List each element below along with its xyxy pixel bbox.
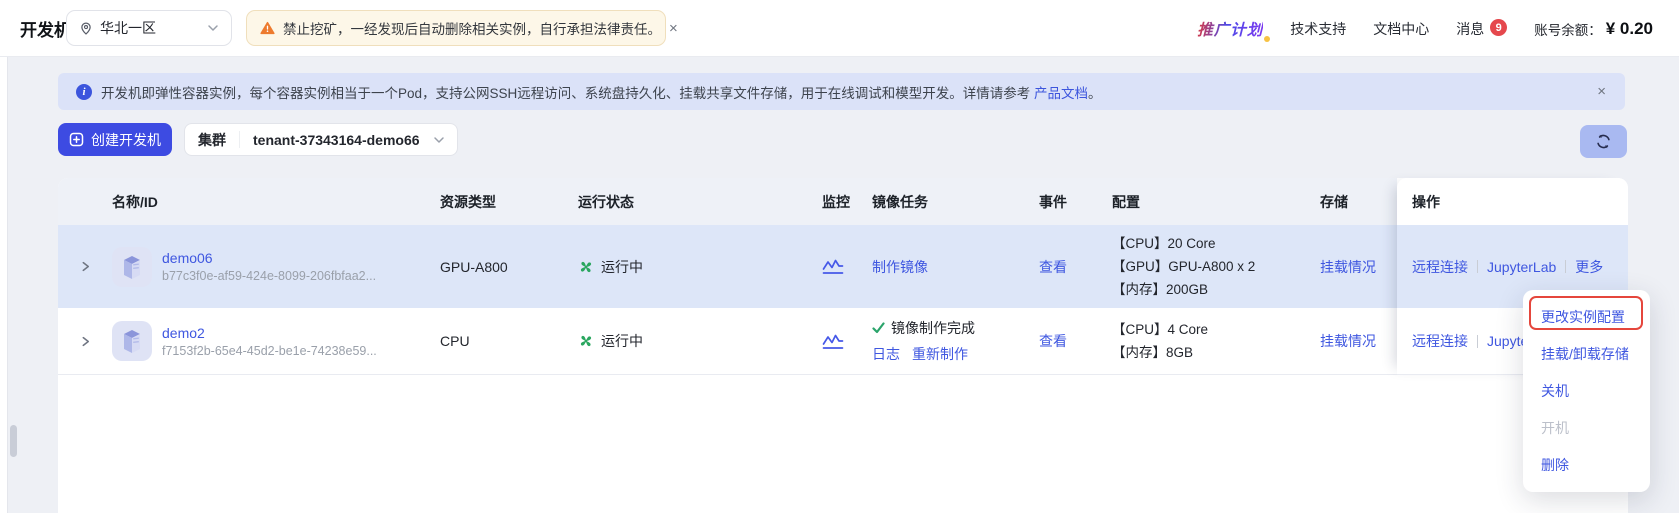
support-link[interactable]: 技术支持 <box>1290 19 1346 39</box>
header-monitor: 监控 <box>822 192 872 212</box>
mining-warning-banner: 禁止挖矿，一经发现后自动删除相关实例，自行承担法律责任。 × <box>246 10 666 46</box>
topbar: 开发机 华北一区 禁止挖矿，一经发现后自动删除相关实例，自行承担法律责任。 × … <box>0 0 1679 57</box>
rebuild-link[interactable]: 重新制作 <box>912 344 968 364</box>
instances-table: 名称/ID 资源类型 运行状态 监控 镜像任务 事件 配置 存储 <box>58 178 1628 513</box>
page: 开发机 华北一区 禁止挖矿，一经发现后自动删除相关实例，自行承担法律责任。 × … <box>0 0 1679 513</box>
run-status: 运行中 <box>578 257 643 277</box>
instance-config: 【CPU】20 Core 【GPU】GPU-A800 x 2 【内存】200GB <box>1112 225 1320 308</box>
page-title: 开发机 <box>20 0 71 57</box>
running-fan-icon <box>578 259 594 275</box>
view-events-link[interactable]: 查看 <box>1039 331 1067 351</box>
divider <box>1477 335 1478 348</box>
sparkle-icon <box>1264 36 1270 42</box>
left-gutter <box>0 57 8 513</box>
product-docs-link[interactable]: 产品文档 <box>1034 86 1088 101</box>
refresh-button[interactable] <box>1580 125 1627 158</box>
cluster-value: tenant-37343164-demo66 <box>240 132 433 148</box>
docs-link[interactable]: 文档中心 <box>1373 19 1429 39</box>
plus-square-icon <box>69 132 84 147</box>
divider <box>1565 260 1566 273</box>
warning-triangle-icon <box>260 21 275 35</box>
messages-link[interactable]: 消息 9 <box>1456 19 1507 39</box>
content-area: i 开发机即弹性容器实例，每个容器实例相当于一个Pod，支持公网SSH远程访问、… <box>0 57 1679 513</box>
table-row: demo06 b77c3f0e-af59-424e-8099-206fbfaa2… <box>58 225 1628 308</box>
resource-type: CPU <box>440 308 578 374</box>
table-row: demo2 f7153f2b-65e4-45d2-be1e-74238e59..… <box>58 308 1628 375</box>
chevron-down-icon <box>433 134 445 146</box>
sidebar-drag-handle[interactable] <box>10 425 17 457</box>
banner-close-icon[interactable]: × <box>1597 84 1606 99</box>
info-icon: i <box>76 84 92 100</box>
resource-type: GPU-A800 <box>440 225 578 308</box>
messages-count-badge: 9 <box>1490 19 1507 36</box>
instance-id: f7153f2b-65e4-45d2-be1e-74238e59... <box>162 344 377 358</box>
mount-status-link[interactable]: 挂载情况 <box>1320 331 1376 351</box>
header-resource-type: 资源类型 <box>440 192 578 212</box>
make-image-link[interactable]: 制作镜像 <box>872 257 928 277</box>
remote-connect-link[interactable]: 远程连接 <box>1412 331 1468 351</box>
run-status: 运行中 <box>578 331 643 351</box>
instance-id: b77c3f0e-af59-424e-8099-206fbfaa2... <box>162 269 376 283</box>
instance-name-link[interactable]: demo2 <box>162 325 377 341</box>
region-value: 华北一区 <box>100 18 200 38</box>
account-balance: 账号余额： ¥ 0.20 <box>1534 19 1653 39</box>
promo-link[interactable]: 推广计划 <box>1197 18 1263 40</box>
topbar-right-nav: 推广计划 技术支持 文档中心 消息 9 账号余额： ¥ 0.20 <box>1197 0 1653 57</box>
header-storage: 存储 <box>1320 192 1397 212</box>
jupyterlab-link[interactable]: JupyterLab <box>1487 259 1556 275</box>
menu-item-poweron: 开机 <box>1523 409 1650 446</box>
expand-row-icon[interactable] <box>74 330 96 352</box>
log-link[interactable]: 日志 <box>872 344 900 364</box>
mount-status-link[interactable]: 挂载情况 <box>1320 257 1376 277</box>
table-header-row: 名称/ID 资源类型 运行状态 监控 镜像任务 事件 配置 存储 <box>58 178 1397 225</box>
chevron-down-icon <box>207 22 219 34</box>
cluster-selector[interactable]: 集群 tenant-37343164-demo66 <box>184 123 458 156</box>
instance-config: 【CPU】4 Core 【内存】8GB <box>1112 308 1320 374</box>
menu-item-delete[interactable]: 删除 <box>1523 446 1650 483</box>
menu-item-mount-storage[interactable]: 挂载/卸载存储 <box>1523 335 1650 372</box>
divider <box>1477 260 1478 273</box>
expand-row-icon[interactable] <box>74 256 96 278</box>
region-selector[interactable]: 华北一区 <box>66 10 232 46</box>
check-icon <box>872 322 885 334</box>
instance-name-link[interactable]: demo06 <box>162 250 376 266</box>
location-pin-icon <box>79 21 93 36</box>
remote-connect-link[interactable]: 远程连接 <box>1412 257 1468 277</box>
menu-item-shutdown[interactable]: 关机 <box>1523 372 1650 409</box>
header-operations: 操作 <box>1397 178 1628 225</box>
balance-label: 账号余额： <box>1534 19 1602 39</box>
view-events-link[interactable]: 查看 <box>1039 257 1067 277</box>
balance-value: ¥ 0.20 <box>1606 19 1653 39</box>
monitor-chart-icon[interactable] <box>822 333 844 350</box>
more-actions-link[interactable]: 更多 <box>1575 257 1603 277</box>
server-icon <box>112 321 152 361</box>
warning-close-icon[interactable]: × <box>669 21 678 36</box>
create-devmachine-button[interactable]: 创建开发机 <box>58 123 172 156</box>
header-image-task: 镜像任务 <box>872 192 1039 212</box>
header-name-id: 名称/ID <box>112 192 440 212</box>
info-text: 开发机即弹性容器实例，每个容器实例相当于一个Pod，支持公网SSH远程访问、系统… <box>101 82 1102 102</box>
warning-text: 禁止挖矿，一经发现后自动删除相关实例，自行承担法律责任。 <box>283 18 661 38</box>
header-event: 事件 <box>1039 192 1112 212</box>
more-actions-menu: 更改实例配置 挂载/卸载存储 关机 开机 删除 <box>1523 290 1650 492</box>
image-task-cell: 镜像制作完成 日志 重新制作 <box>872 308 1039 374</box>
monitor-chart-icon[interactable] <box>822 258 844 275</box>
info-banner: i 开发机即弹性容器实例，每个容器实例相当于一个Pod，支持公网SSH远程访问、… <box>58 73 1625 110</box>
refresh-icon <box>1595 133 1612 150</box>
menu-item-change-config[interactable]: 更改实例配置 <box>1523 298 1650 335</box>
header-config: 配置 <box>1112 192 1320 212</box>
running-fan-icon <box>578 333 594 349</box>
header-run-status: 运行状态 <box>578 192 822 212</box>
server-icon <box>112 247 152 287</box>
image-task-status: 镜像制作完成 <box>891 318 975 338</box>
cluster-label: 集群 <box>185 130 239 150</box>
